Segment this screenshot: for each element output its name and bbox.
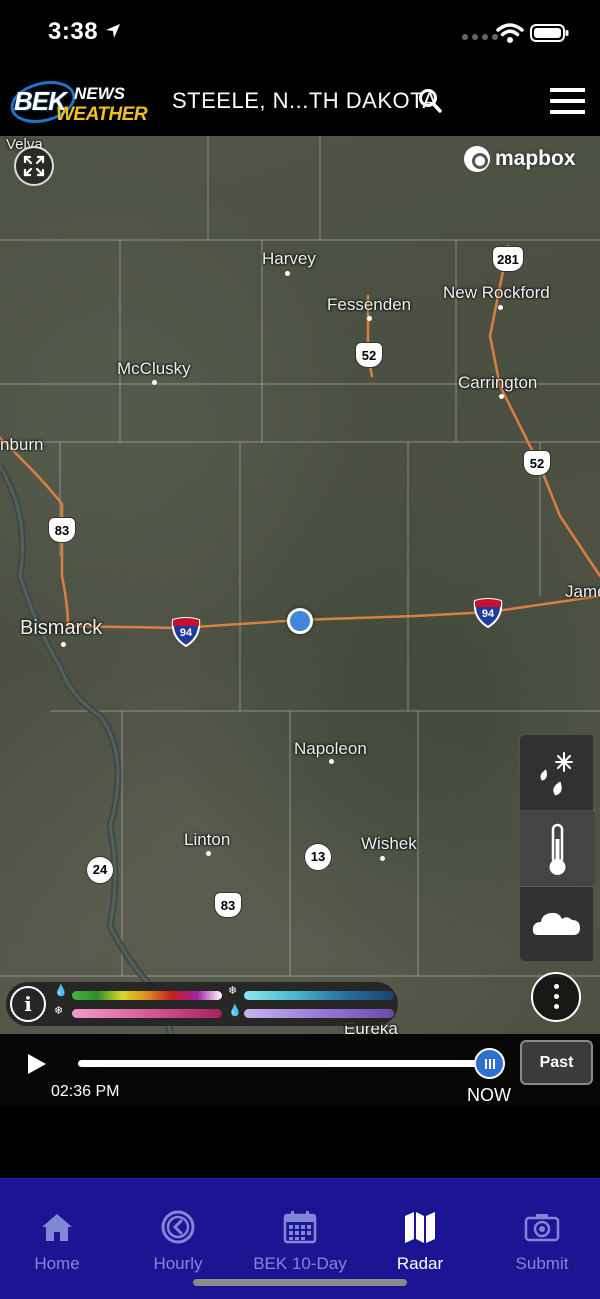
route-shield-us281: 281 xyxy=(492,246,524,272)
tab-hourly[interactable]: Hourly xyxy=(118,1209,238,1273)
tab-label: Hourly xyxy=(153,1254,203,1273)
interstate-shield-i94: 94 xyxy=(171,617,201,648)
logo-news: NEWS xyxy=(74,84,125,103)
cloud-icon xyxy=(532,912,580,935)
play-icon[interactable] xyxy=(26,1052,48,1076)
route-shield-us83: 83 xyxy=(48,517,76,543)
tab-home[interactable]: Home xyxy=(0,1209,117,1273)
tab-radar[interactable]: Radar xyxy=(360,1209,480,1273)
rain-snow-icon xyxy=(540,752,573,796)
timeline-now-label: NOW xyxy=(467,1085,511,1105)
rain-legend-icon: 💧 xyxy=(54,985,68,997)
interstate-number: 94 xyxy=(179,627,193,639)
place-dot xyxy=(367,316,372,321)
timeline-time: 02:36 PM xyxy=(51,1083,120,1100)
place-napoleon: Napoleon xyxy=(294,739,367,758)
snow-color-scale xyxy=(244,991,394,1000)
ice-legend-icon: 💧 xyxy=(228,1005,242,1017)
ice-color-scale xyxy=(244,1009,394,1018)
tab-10-day[interactable]: BEK 10-Day xyxy=(240,1209,360,1273)
place-linton: Linton xyxy=(184,830,231,849)
search-icon[interactable] xyxy=(418,88,442,114)
home-icon xyxy=(42,1214,72,1241)
radar-legend: i 💧 ❄ ❄ 💧 xyxy=(6,982,398,1026)
place-dot xyxy=(152,380,157,385)
current-location-marker xyxy=(287,608,313,634)
hamburger-menu-icon[interactable] xyxy=(550,88,586,114)
expand-icon xyxy=(23,155,45,177)
status-bar: 3:38 xyxy=(0,0,600,66)
place-dot xyxy=(285,271,290,276)
bek-news-weather-logo[interactable]: BEK NEWS WEATHER xyxy=(6,72,153,130)
place-bismarck: Bismarck xyxy=(20,617,103,639)
place-dot xyxy=(498,305,503,310)
more-options-button[interactable] xyxy=(531,972,581,1022)
place-dot xyxy=(499,394,504,399)
mix-color-scale xyxy=(72,1009,222,1018)
layer-clouds-button[interactable] xyxy=(520,887,595,963)
thermometer-icon xyxy=(549,823,566,875)
mapbox-attribution[interactable]: mapbox xyxy=(464,146,576,172)
status-time: 3:38 xyxy=(48,18,99,45)
place-wishek: Wishek xyxy=(361,834,417,853)
mapbox-text: mapbox xyxy=(495,147,576,170)
app-header: BEK NEWS WEATHER STEELE, N...TH DAKOTA xyxy=(0,66,600,136)
past-button[interactable]: Past xyxy=(520,1040,593,1085)
place-dot xyxy=(380,856,385,861)
camera-icon xyxy=(524,1214,560,1242)
timeline-track[interactable] xyxy=(78,1060,490,1067)
place-jamestown: Jame xyxy=(565,582,600,601)
tab-label: Radar xyxy=(396,1254,444,1273)
layer-precipitation-type-button[interactable] xyxy=(520,735,595,811)
route-shield-us83: 83 xyxy=(214,892,242,918)
place-mcclusky: McClusky xyxy=(117,359,191,378)
layer-panel xyxy=(519,734,595,963)
snow-legend-icon: ❄ xyxy=(228,985,238,997)
tab-submit[interactable]: Submit xyxy=(482,1209,600,1273)
place-dot xyxy=(61,642,66,647)
wifi-icon xyxy=(496,23,524,43)
fullscreen-expand-button[interactable] xyxy=(14,146,54,186)
mix-legend-icon: ❄ xyxy=(54,1005,64,1017)
calendar-icon xyxy=(283,1211,317,1244)
place-harvey: Harvey xyxy=(262,249,316,268)
layer-temperature-button[interactable] xyxy=(520,811,595,887)
legend-info-button[interactable]: i xyxy=(10,986,46,1022)
place-carrington: Carrington xyxy=(458,373,538,392)
map-icon xyxy=(405,1212,435,1243)
rain-color-scale xyxy=(72,991,222,1000)
interstate-number: 94 xyxy=(481,608,495,620)
place-washburn: nburn xyxy=(0,435,44,454)
cellular-signal-icon xyxy=(462,34,498,40)
tab-label: BEK 10-Day xyxy=(253,1254,347,1273)
route-shield-state13: 13 xyxy=(304,843,332,871)
route-shield-us52: 52 xyxy=(355,342,383,368)
interstate-shield-i94: 94 xyxy=(473,598,503,629)
tab-label: Submit xyxy=(515,1254,569,1273)
location-title[interactable]: STEELE, N...TH DAKOTA xyxy=(172,88,438,114)
place-dot xyxy=(329,759,334,764)
logo-weather: WEATHER xyxy=(56,104,148,125)
timeline-scrubber-handle[interactable] xyxy=(474,1048,505,1079)
route-shield-state24: 24 xyxy=(86,856,114,884)
place-new-rockford: New Rockford xyxy=(443,283,550,302)
tab-label: Home xyxy=(34,1254,80,1273)
clock-icon xyxy=(161,1210,195,1244)
place-fessenden: Fessenden xyxy=(327,295,412,314)
radar-timeline: 02:36 PM NOW Past xyxy=(0,1034,600,1106)
battery-icon xyxy=(530,24,569,42)
route-shield-us52: 52 xyxy=(523,450,551,476)
place-dot xyxy=(206,851,211,856)
home-indicator xyxy=(193,1279,407,1286)
mapbox-logo-icon xyxy=(464,146,490,172)
location-arrow-icon xyxy=(106,24,120,38)
radar-map[interactable]: Velva Harvey Fessenden New Rockford McCl… xyxy=(0,136,600,1106)
